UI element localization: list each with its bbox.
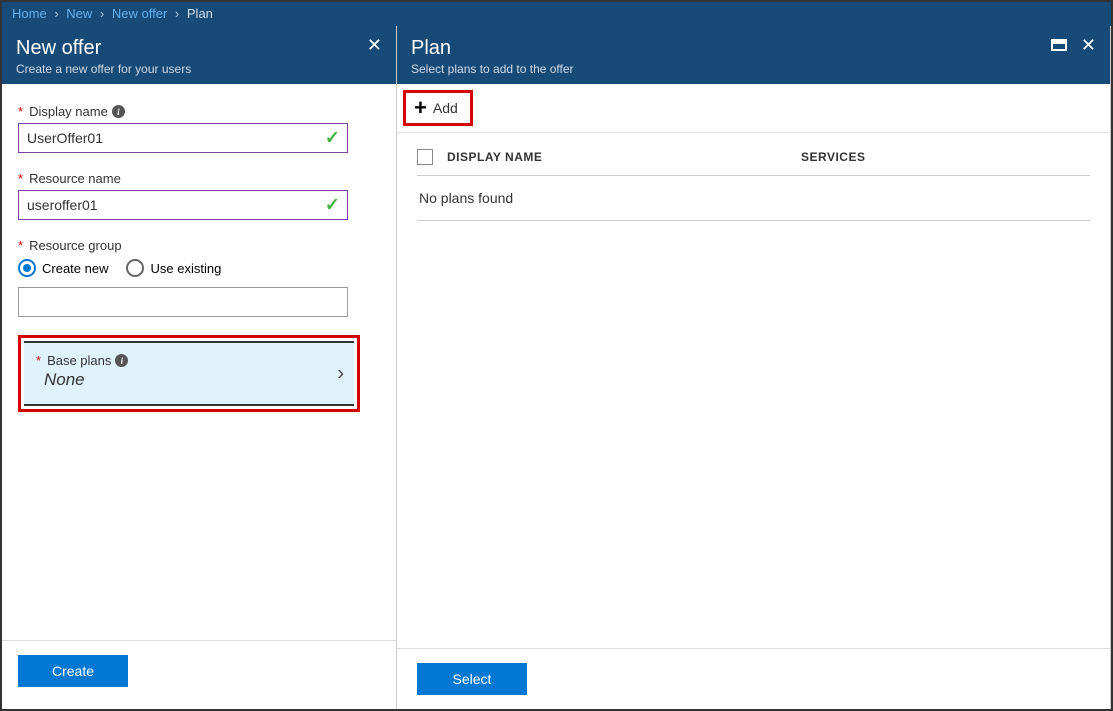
toolbar: + Add xyxy=(397,84,1110,133)
add-button[interactable]: + Add xyxy=(408,95,468,121)
add-button-highlight: + Add xyxy=(403,90,473,126)
display-name-label: * Display name i xyxy=(18,104,380,119)
base-plans-selector[interactable]: * Base plans i None › xyxy=(24,341,354,406)
table-header: DISPLAY NAME SERVICES xyxy=(417,149,1090,176)
breadcrumb-plan: Plan xyxy=(187,6,213,21)
blade-header: Plan Select plans to add to the offer ✕ xyxy=(397,26,1110,84)
plan-blade: Plan Select plans to add to the offer ✕ … xyxy=(397,26,1111,709)
info-icon[interactable]: i xyxy=(112,105,125,118)
blade-header: New offer Create a new offer for your us… xyxy=(2,26,396,84)
blade-subtitle: Select plans to add to the offer xyxy=(411,62,574,76)
create-button[interactable]: Create xyxy=(18,655,128,687)
new-offer-blade: New offer Create a new offer for your us… xyxy=(2,26,397,709)
checkmark-icon: ✓ xyxy=(325,128,340,149)
resource-name-input[interactable] xyxy=(18,190,348,220)
base-plans-value: None xyxy=(44,370,342,390)
breadcrumb-home[interactable]: Home xyxy=(12,6,47,21)
resource-group-input[interactable] xyxy=(18,287,348,317)
plus-icon: + xyxy=(414,99,427,117)
breadcrumb: Home › New › New offer › Plan xyxy=(2,2,1111,26)
maximize-icon[interactable] xyxy=(1051,36,1067,54)
column-display-name[interactable]: DISPLAY NAME xyxy=(447,150,787,164)
column-services[interactable]: SERVICES xyxy=(801,150,1090,164)
empty-message: No plans found xyxy=(419,190,1088,206)
select-button[interactable]: Select xyxy=(417,663,527,695)
resource-group-label: * Resource group xyxy=(18,238,380,253)
close-icon[interactable]: ✕ xyxy=(1081,36,1096,54)
chevron-right-icon: › xyxy=(337,362,344,385)
display-name-input[interactable] xyxy=(18,123,348,153)
chevron-right-icon: › xyxy=(175,6,179,21)
info-icon[interactable]: i xyxy=(115,354,128,367)
blade-subtitle: Create a new offer for your users xyxy=(16,62,191,76)
checkmark-icon: ✓ xyxy=(325,195,340,216)
radio-use-existing[interactable]: Use existing xyxy=(126,259,221,277)
blade-title: Plan xyxy=(411,36,574,60)
select-all-checkbox[interactable] xyxy=(417,149,433,165)
radio-create-new[interactable]: Create new xyxy=(18,259,108,277)
breadcrumb-new-offer[interactable]: New offer xyxy=(112,6,167,21)
resource-name-label: * Resource name xyxy=(18,171,380,186)
close-icon[interactable]: ✕ xyxy=(367,36,382,54)
chevron-right-icon: › xyxy=(100,6,104,21)
chevron-right-icon: › xyxy=(54,6,58,21)
blade-title: New offer xyxy=(16,36,191,60)
breadcrumb-new[interactable]: New xyxy=(66,6,92,21)
base-plans-highlight: * Base plans i None › xyxy=(18,335,360,412)
